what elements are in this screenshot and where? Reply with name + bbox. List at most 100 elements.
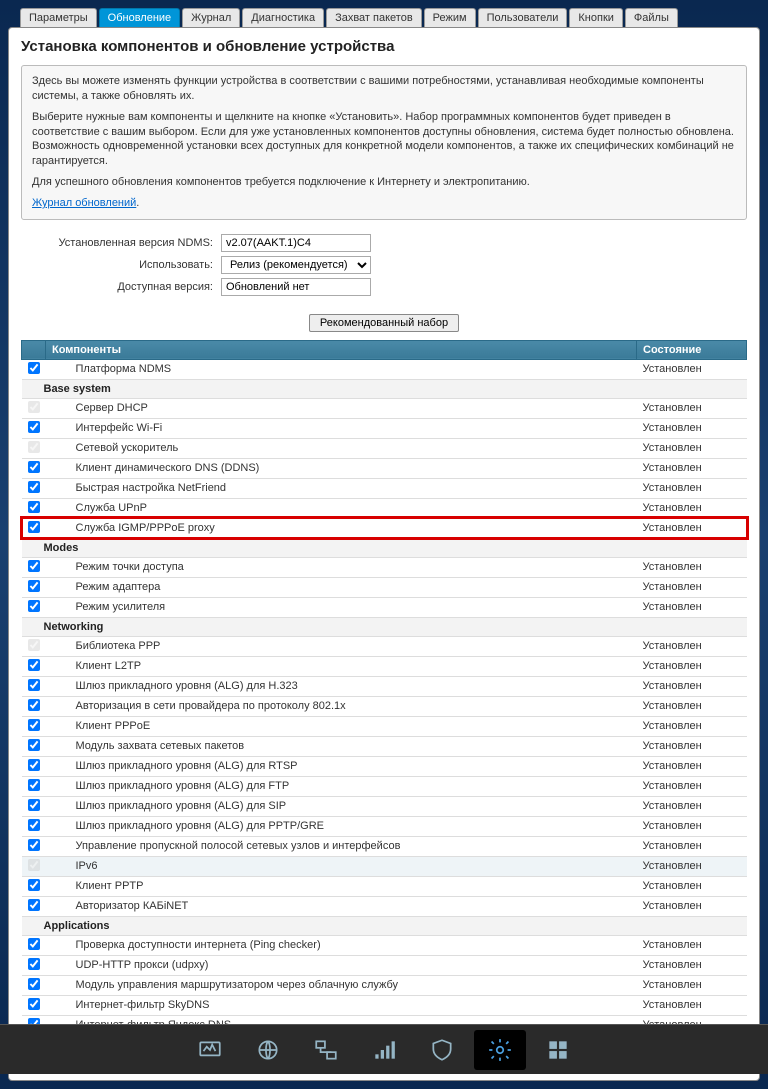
row-checkbox [28, 401, 40, 413]
nav-signal-icon[interactable] [358, 1030, 410, 1070]
row-checkbox[interactable] [28, 719, 40, 731]
row-checkbox[interactable] [28, 679, 40, 691]
group-row: Modes [22, 538, 747, 557]
table-row: Авторизатор КАБiNETУстановлен [22, 896, 747, 916]
tab-7[interactable]: Кнопки [569, 8, 623, 27]
row-name: Модуль управления маршрутизатором через … [46, 975, 637, 995]
row-checkbox[interactable] [28, 958, 40, 970]
table-row: Шлюз прикладного уровня (ALG) для RTSPУс… [22, 756, 747, 776]
row-state: Установлен [637, 478, 747, 498]
use-select[interactable]: Релиз (рекомендуется) [221, 256, 371, 274]
row-name: Модуль захвата сетевых пакетов [46, 736, 637, 756]
info-p2: Выберите нужные вам компоненты и щелкнит… [32, 110, 736, 169]
tab-1[interactable]: Обновление [99, 8, 181, 27]
table-row: UDP-HTTP прокси (udpxy)Установлен [22, 955, 747, 975]
recommended-set-button[interactable]: Рекомендованный набор [309, 314, 459, 332]
row-checkbox[interactable] [28, 600, 40, 612]
version-input[interactable] [221, 234, 371, 252]
row-state: Установлен [637, 816, 747, 836]
row-name: Быстрая настройка NetFriend [46, 478, 637, 498]
row-state: Установлен [637, 975, 747, 995]
row-name: Режим адаптера [46, 577, 637, 597]
row-checkbox[interactable] [28, 759, 40, 771]
row-checkbox[interactable] [28, 879, 40, 891]
row-name: Платформа NDMS [46, 359, 637, 379]
row-checkbox[interactable] [28, 461, 40, 473]
nav-apps-icon[interactable] [532, 1030, 584, 1070]
row-name: Авторизатор КАБiNET [46, 896, 637, 916]
row-checkbox[interactable] [28, 819, 40, 831]
row-name: Авторизация в сети провайдера по протоко… [46, 696, 637, 716]
main-panel: Установка компонентов и обновление устро… [8, 27, 760, 1081]
update-log-link[interactable]: Журнал обновлений [32, 197, 136, 209]
row-checkbox[interactable] [28, 521, 40, 533]
tab-3[interactable]: Диагностика [242, 8, 324, 27]
nav-network-icon[interactable] [300, 1030, 352, 1070]
row-name: Шлюз прикладного уровня (ALG) для SIP [46, 796, 637, 816]
row-checkbox[interactable] [28, 739, 40, 751]
row-name: Библиотека PPP [46, 636, 637, 656]
avail-input[interactable] [221, 278, 371, 296]
tab-8[interactable]: Файлы [625, 8, 678, 27]
row-name: Клиент PPPoE [46, 716, 637, 736]
row-checkbox[interactable] [28, 659, 40, 671]
row-state: Установлен [637, 955, 747, 975]
table-row: Авторизация в сети провайдера по протоко… [22, 696, 747, 716]
row-checkbox[interactable] [28, 998, 40, 1010]
row-checkbox [28, 441, 40, 453]
nav-shield-icon[interactable] [416, 1030, 468, 1070]
lbl-avail: Доступная версия: [21, 281, 221, 293]
row-checkbox[interactable] [28, 978, 40, 990]
table-row: Служба UPnPУстановлен [22, 498, 747, 518]
table-row: Модуль захвата сетевых пакетовУстановлен [22, 736, 747, 756]
info-p1: Здесь вы можете изменять функции устройс… [32, 74, 736, 104]
row-state: Установлен [637, 557, 747, 577]
th-components: Компоненты [46, 340, 637, 359]
row-name: Клиент динамического DNS (DDNS) [46, 458, 637, 478]
lbl-version: Установленная версия NDMS: [21, 237, 221, 249]
row-checkbox[interactable] [28, 580, 40, 592]
tab-4[interactable]: Захват пакетов [326, 8, 422, 27]
table-row: Модуль управления маршрутизатором через … [22, 975, 747, 995]
row-checkbox[interactable] [28, 938, 40, 950]
top-tabs: ПараметрыОбновлениеЖурналДиагностикаЗахв… [20, 8, 760, 27]
row-name: Шлюз прикладного уровня (ALG) для RTSP [46, 756, 637, 776]
row-state: Установлен [637, 935, 747, 955]
tab-2[interactable]: Журнал [182, 8, 240, 27]
row-name: Шлюз прикладного уровня (ALG) для H.323 [46, 676, 637, 696]
table-row: Шлюз прикладного уровня (ALG) для PPTP/G… [22, 816, 747, 836]
row-checkbox[interactable] [28, 362, 40, 374]
row-checkbox[interactable] [28, 699, 40, 711]
table-row: Сервер DHCPУстановлен [22, 398, 747, 418]
nav-gear-icon[interactable] [474, 1030, 526, 1070]
row-state: Установлен [637, 736, 747, 756]
row-state: Установлен [637, 756, 747, 776]
row-checkbox [28, 859, 40, 871]
table-row: Служба IGMP/PPPoE proxyУстановлен [22, 518, 747, 538]
row-name: Служба IGMP/PPPoE proxy [46, 518, 637, 538]
th-state: Состояние [637, 340, 747, 359]
tab-5[interactable]: Режим [424, 8, 476, 27]
table-row: Режим точки доступаУстановлен [22, 557, 747, 577]
row-checkbox[interactable] [28, 839, 40, 851]
nav-globe-icon[interactable] [242, 1030, 294, 1070]
row-name: Клиент L2TP [46, 656, 637, 676]
row-checkbox[interactable] [28, 799, 40, 811]
row-name: Шлюз прикладного уровня (ALG) для PPTP/G… [46, 816, 637, 836]
table-row: IPv6Установлен [22, 856, 747, 876]
tab-6[interactable]: Пользователи [478, 8, 568, 27]
nav-monitor-icon[interactable] [184, 1030, 236, 1070]
table-row: Клиент PPTPУстановлен [22, 876, 747, 896]
tab-0[interactable]: Параметры [20, 8, 97, 27]
row-checkbox[interactable] [28, 501, 40, 513]
row-checkbox[interactable] [28, 421, 40, 433]
row-checkbox[interactable] [28, 779, 40, 791]
row-checkbox[interactable] [28, 899, 40, 911]
row-checkbox[interactable] [28, 560, 40, 572]
row-state: Установлен [637, 359, 747, 379]
row-state: Установлен [637, 398, 747, 418]
table-row: Клиент L2TPУстановлен [22, 656, 747, 676]
row-checkbox[interactable] [28, 481, 40, 493]
row-name: Клиент PPTP [46, 876, 637, 896]
row-name: Шлюз прикладного уровня (ALG) для FTP [46, 776, 637, 796]
